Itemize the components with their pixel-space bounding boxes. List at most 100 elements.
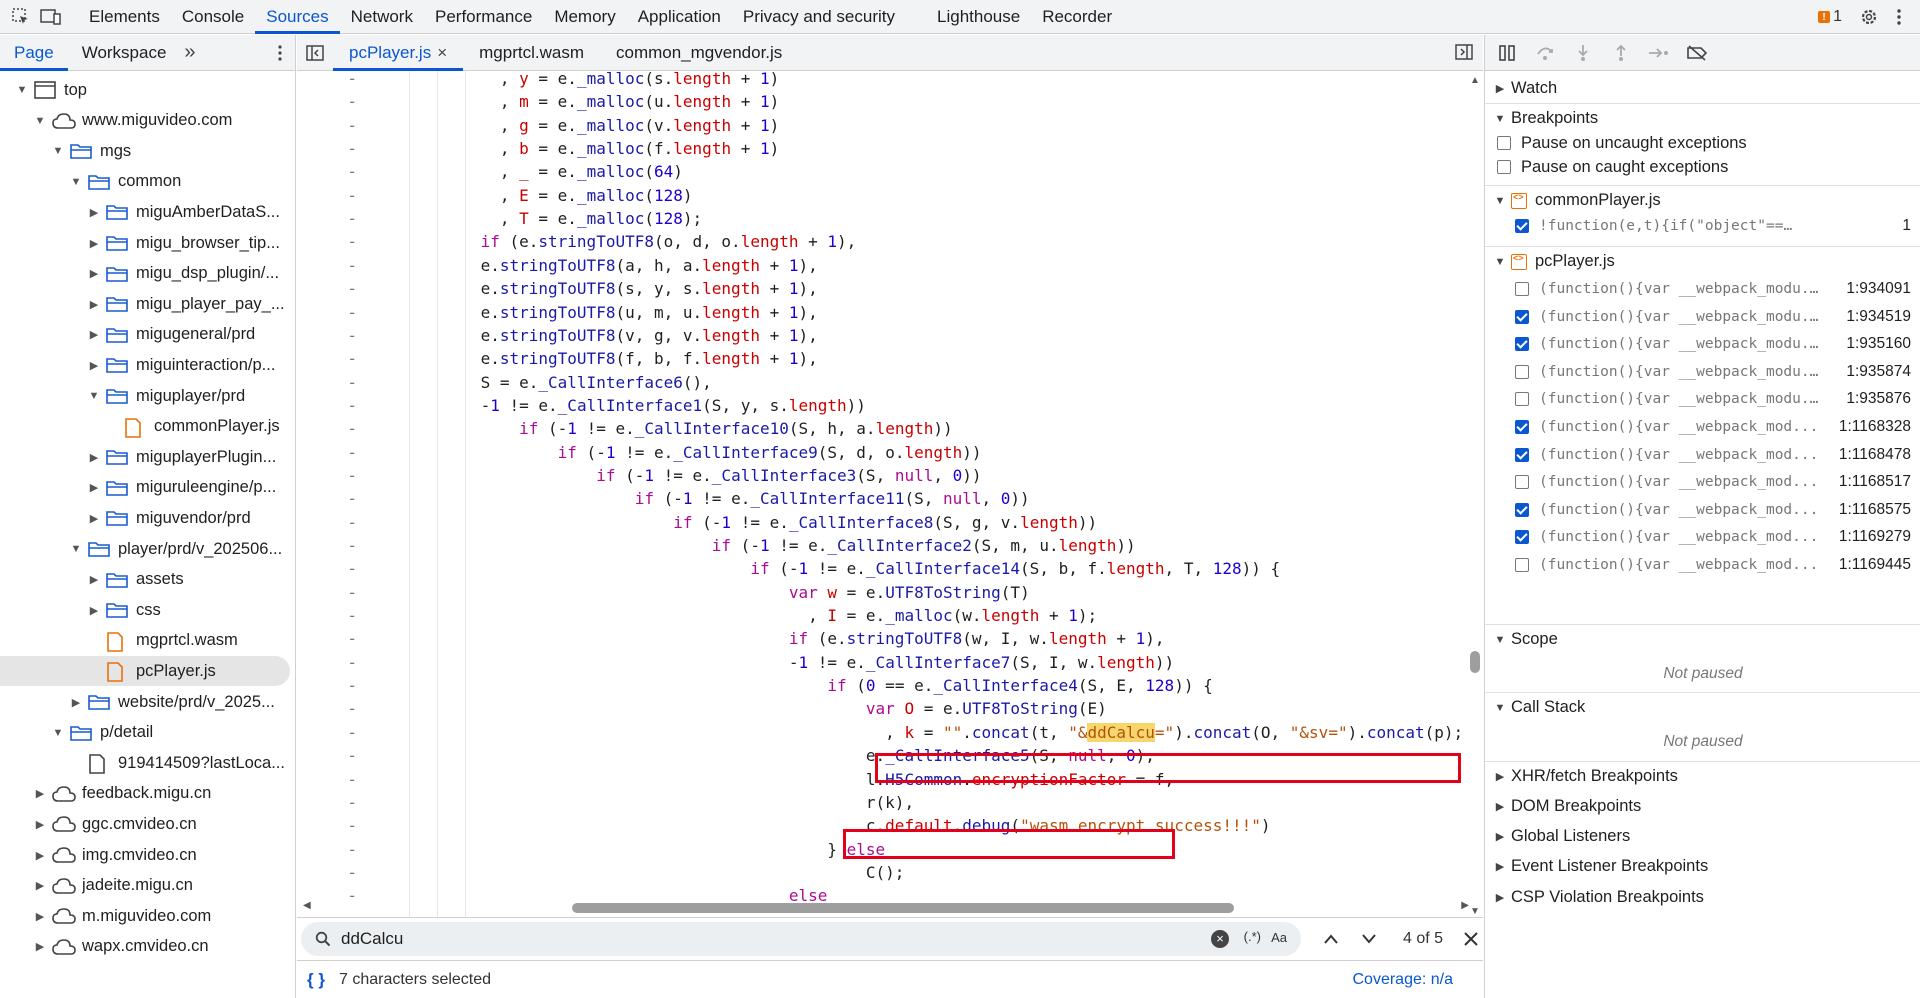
call-stack-section[interactable]: ▼ Call Stack xyxy=(1485,692,1920,722)
step-icon[interactable] xyxy=(1645,39,1673,67)
coverage-link[interactable]: Coverage: n/a xyxy=(1352,971,1453,989)
tree-item[interactable]: ▶ ggc.cmvideo.cn xyxy=(0,809,295,839)
tree-item[interactable]: mgprtcl.wasm xyxy=(0,626,295,656)
line-gutter-mark[interactable]: - xyxy=(297,277,357,300)
tree-item[interactable]: ▼ player/prd/v_202506... xyxy=(0,534,295,564)
pause-resume-icon[interactable] xyxy=(1493,39,1521,67)
line-gutter-mark[interactable]: - xyxy=(297,324,357,347)
panel-tab-lighthouse[interactable]: Lighthouse xyxy=(926,0,1031,34)
panel-tab-memory[interactable]: Memory xyxy=(543,0,626,34)
regex-toggle[interactable]: (.*) xyxy=(1244,929,1261,944)
breakpoint-row[interactable]: (function(){var __webpack_modu... 1:93516… xyxy=(1485,331,1920,357)
panel-tab-elements[interactable]: Elements xyxy=(78,0,171,34)
breakpoint-row[interactable]: (function(){var __webpack_mod... 1:116927… xyxy=(1485,524,1920,550)
expand-arrow-icon[interactable]: ▶ xyxy=(32,910,48,923)
pause-caught-row[interactable]: Pause on caught exceptions xyxy=(1485,155,1920,179)
expand-arrow-icon[interactable]: ▶ xyxy=(32,849,48,862)
tree-item[interactable]: ▼ mgs xyxy=(0,136,295,166)
vertical-scroll-thumb[interactable] xyxy=(1470,651,1480,673)
line-gutter-mark[interactable]: - xyxy=(297,137,357,160)
line-gutter-mark[interactable]: - xyxy=(297,838,357,861)
match-case-toggle[interactable]: Aa xyxy=(1271,930,1287,945)
breakpoint-checkbox[interactable] xyxy=(1515,392,1529,407)
tree-item[interactable]: ▶ miguvendor/prd xyxy=(0,503,295,533)
collapse-arrow-icon[interactable]: ▼ xyxy=(68,543,84,555)
expand-arrow-icon[interactable]: ▶ xyxy=(86,573,102,586)
next-match-icon[interactable] xyxy=(1361,933,1377,944)
tree-item[interactable]: ▶ wapx.cmvideo.cn xyxy=(0,932,295,962)
scroll-right-arrow-icon[interactable]: ▶ xyxy=(1461,900,1469,911)
line-gutter-mark[interactable]: - xyxy=(297,184,357,207)
tab-page[interactable]: Page xyxy=(0,35,68,71)
tree-item[interactable]: ▼ miguplayer/prd xyxy=(0,381,295,411)
navigator-menu-icon[interactable] xyxy=(277,44,283,67)
scope-section[interactable]: ▼ Scope xyxy=(1485,624,1920,654)
line-gutter-mark[interactable]: - xyxy=(297,371,357,394)
breakpoint-row[interactable]: !function(e,t){if("object"==typeof ... 1 xyxy=(1485,213,1920,239)
line-gutter-mark[interactable]: - xyxy=(297,744,357,767)
tree-item[interactable]: ▶ m.miguvideo.com xyxy=(0,901,295,931)
collapse-arrow-icon[interactable]: ▼ xyxy=(68,176,84,188)
panel-tab-network[interactable]: Network xyxy=(340,0,424,34)
code-area[interactable]: - , y = e._malloc(s.length + 1) - , m = e… xyxy=(297,71,1483,936)
breakpoint-row[interactable]: (function(){var __webpack_mod... 1:116832… xyxy=(1485,414,1920,440)
collapse-arrow-icon[interactable]: ▼ xyxy=(32,115,48,127)
expand-arrow-icon[interactable]: ▶ xyxy=(86,237,102,250)
close-tab-icon[interactable]: × xyxy=(437,43,447,63)
breakpoint-checkbox[interactable] xyxy=(1515,309,1529,324)
tree-item[interactable]: ▶ jadeite.migu.cn xyxy=(0,871,295,901)
section-csp-violation-breakpoints[interactable]: ▶ CSP Violation Breakpoints xyxy=(1485,882,1920,912)
line-gutter-mark[interactable]: - xyxy=(297,301,357,324)
breakpoint-checkbox[interactable] xyxy=(1515,502,1529,517)
line-gutter-mark[interactable]: - xyxy=(297,464,357,487)
breakpoint-row[interactable]: (function(){var __webpack_modu... 1:93409… xyxy=(1485,276,1920,302)
horizontal-scroll-thumb[interactable] xyxy=(572,903,1234,913)
expand-arrow-icon[interactable]: ▶ xyxy=(32,940,48,953)
tree-item[interactable]: ▼ p/detail xyxy=(0,718,295,748)
line-gutter-mark[interactable]: - xyxy=(297,207,357,230)
breakpoint-checkbox[interactable] xyxy=(1515,558,1529,572)
tree-item[interactable]: ▶ website/prd/v_2025... xyxy=(0,687,295,717)
step-into-icon[interactable] xyxy=(1569,39,1597,67)
line-gutter-mark[interactable]: - xyxy=(297,721,357,744)
collapse-arrow-icon[interactable]: ▼ xyxy=(14,84,30,96)
expand-arrow-icon[interactable]: ▶ xyxy=(32,818,48,831)
more-options-icon[interactable] xyxy=(1884,2,1914,32)
breakpoint-checkbox[interactable] xyxy=(1515,475,1529,490)
line-gutter-mark[interactable]: - xyxy=(297,90,357,113)
settings-gear-icon[interactable] xyxy=(1854,2,1884,32)
breakpoint-row[interactable]: (function(){var __webpack_mod... 1:116851… xyxy=(1485,469,1920,495)
tab-workspace[interactable]: Workspace xyxy=(68,35,181,71)
line-gutter-mark[interactable]: - xyxy=(297,71,357,90)
line-gutter-mark[interactable]: - xyxy=(297,511,357,534)
toggle-debugger-icon[interactable] xyxy=(1455,44,1473,65)
collapse-arrow-icon[interactable]: ▼ xyxy=(86,390,102,402)
line-gutter-mark[interactable]: - xyxy=(297,160,357,183)
editor-tab-mgprtcl-wasm[interactable]: mgprtcl.wasm xyxy=(463,35,600,71)
expand-arrow-icon[interactable]: ▶ xyxy=(86,206,102,219)
pause-uncaught-checkbox[interactable] xyxy=(1497,136,1511,150)
expand-arrow-icon[interactable]: ▶ xyxy=(86,328,102,341)
expand-arrow-icon[interactable]: ▶ xyxy=(32,879,48,892)
breakpoint-row[interactable]: (function(){var __webpack_modu... 1:93451… xyxy=(1485,304,1920,330)
issues-badge[interactable]: ! 1 xyxy=(1818,8,1842,26)
breakpoint-checkbox[interactable] xyxy=(1515,447,1529,462)
line-gutter-mark[interactable]: - xyxy=(297,114,357,137)
line-gutter-mark[interactable]: - xyxy=(297,254,357,277)
toggle-navigator-icon[interactable] xyxy=(297,35,333,71)
collapse-arrow-icon[interactable]: ▼ xyxy=(50,727,66,739)
expand-arrow-icon[interactable]: ▶ xyxy=(86,298,102,311)
breakpoint-row[interactable]: (function(){var __webpack_mod... 1:116944… xyxy=(1485,552,1920,578)
tree-item[interactable]: commonPlayer.js xyxy=(0,412,295,442)
vertical-scrollbar[interactable]: ▲ ▼ xyxy=(1467,71,1483,921)
tree-item[interactable]: ▶ migugeneral/prd xyxy=(0,320,295,350)
line-gutter-mark[interactable]: - xyxy=(297,441,357,464)
tree-item[interactable]: ▼ top xyxy=(0,75,295,105)
tree-item[interactable]: ▼ www.miguvideo.com xyxy=(0,106,295,136)
line-gutter-mark[interactable]: - xyxy=(297,791,357,814)
line-gutter-mark[interactable]: - xyxy=(297,768,357,791)
expand-arrow-icon[interactable]: ▶ xyxy=(86,512,102,525)
horizontal-scrollbar[interactable]: ◀ ▶ xyxy=(297,899,1483,917)
tree-item[interactable]: ▶ migu_dsp_plugin/... xyxy=(0,259,295,289)
panel-tab-sources[interactable]: Sources xyxy=(255,0,340,34)
